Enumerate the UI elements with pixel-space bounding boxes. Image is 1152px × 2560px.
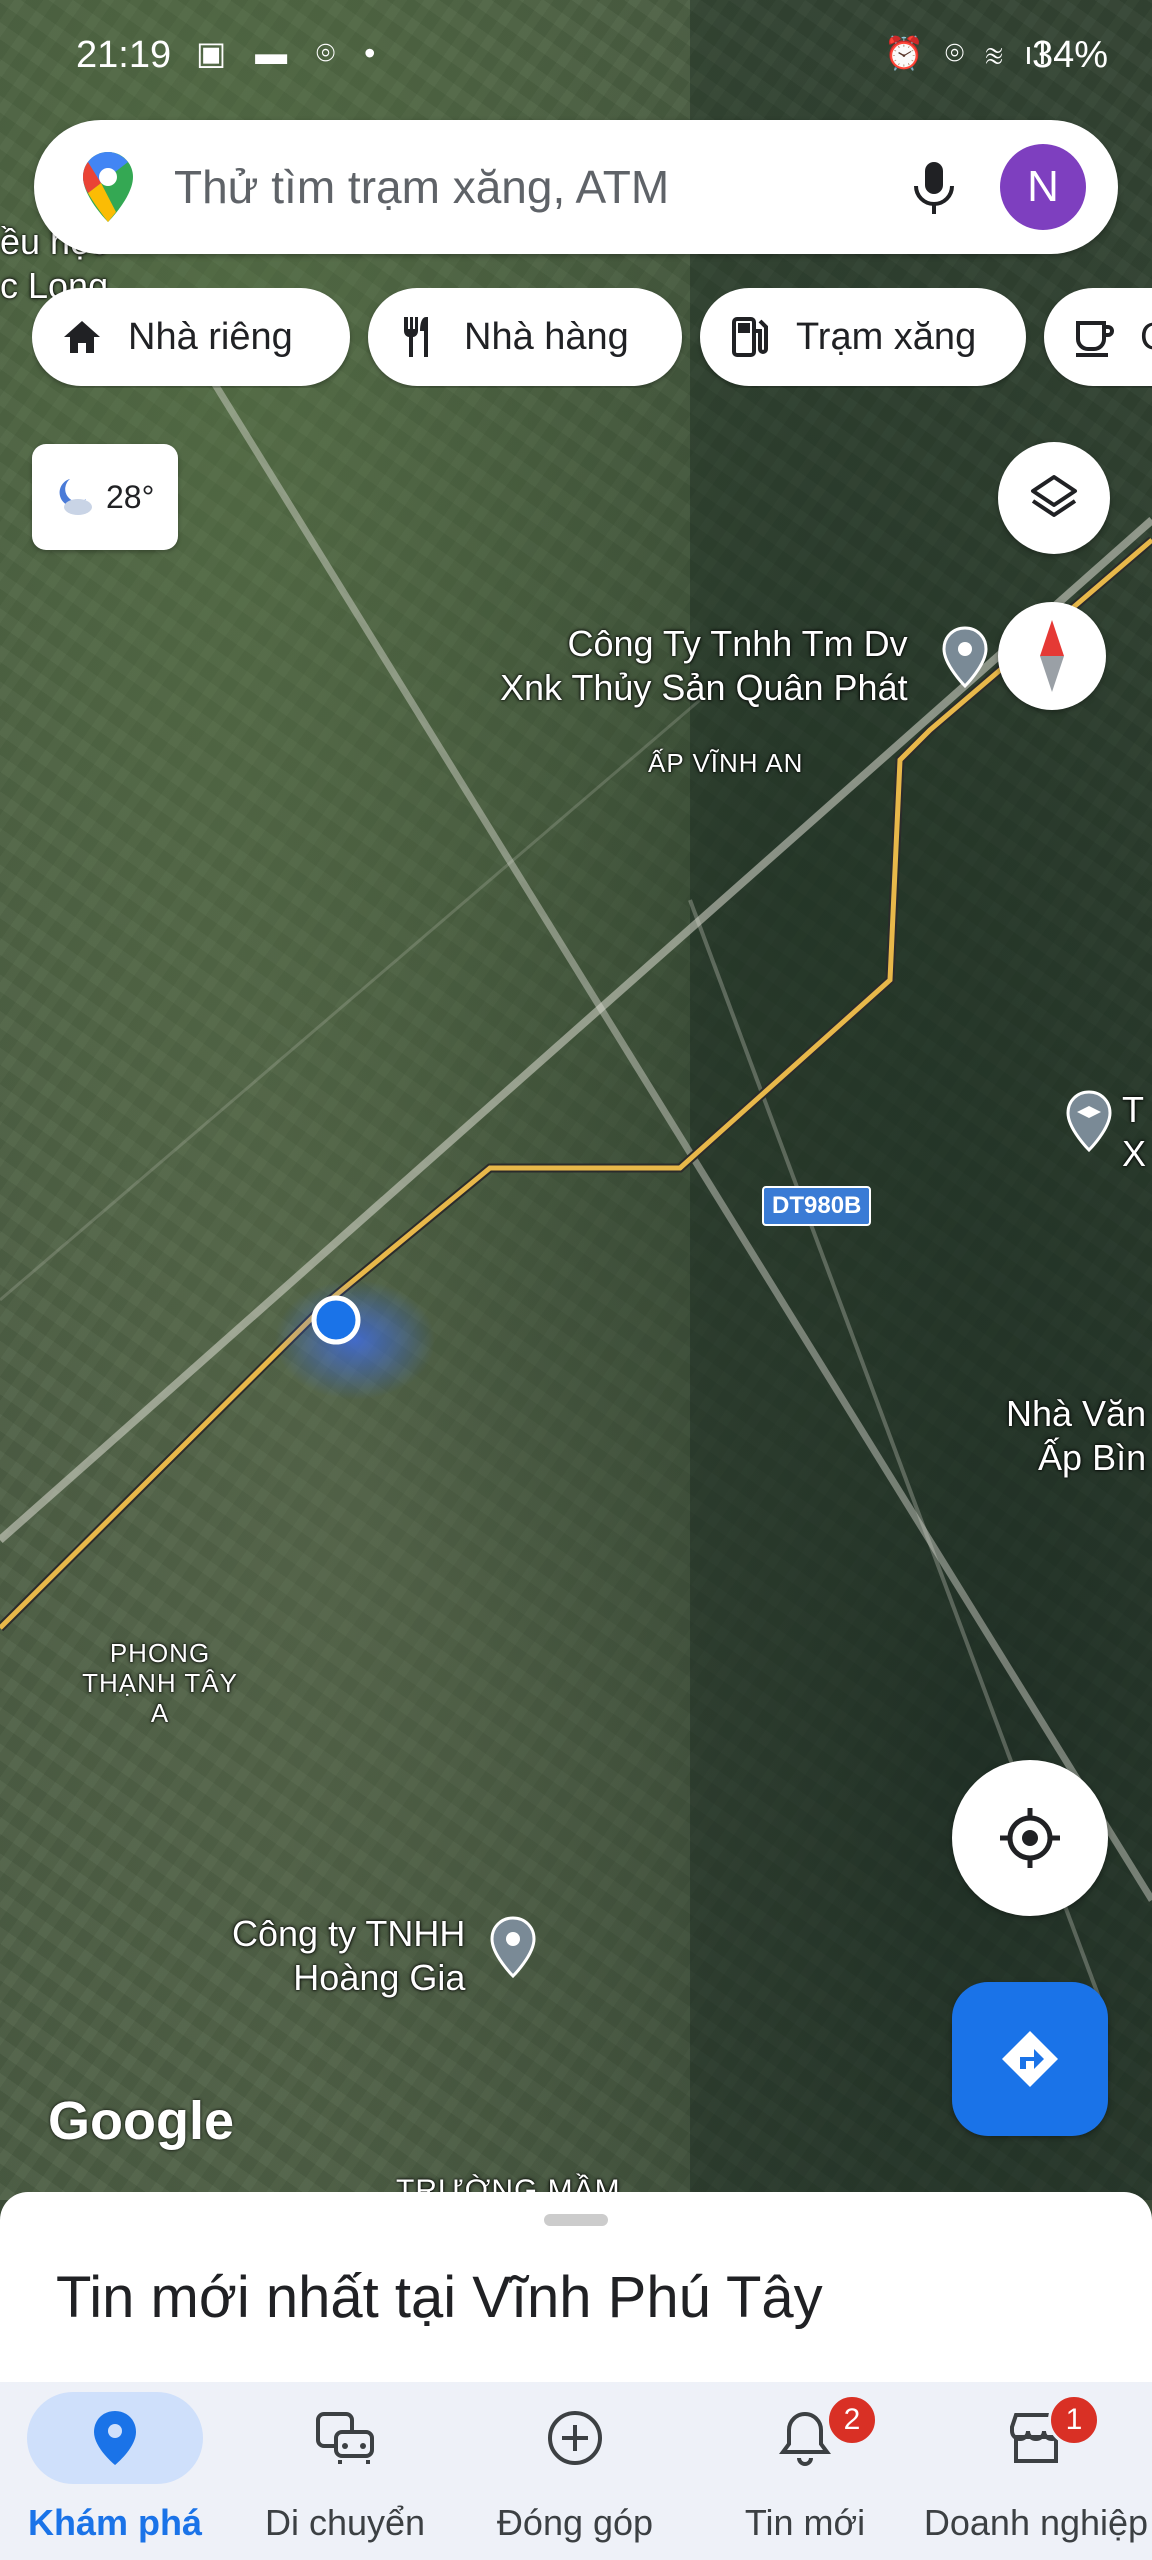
nav-business[interactable]: 1 Doanh nghiệp [920,2382,1152,2560]
search-input[interactable]: Thử tìm trạm xăng, ATM [174,160,669,214]
nav-explore[interactable]: Khám phá [0,2382,230,2560]
status-notification-icons: ▣ ▬ ⌾ • [196,35,386,71]
status-bar: 21:19 ▣ ▬ ⌾ • ⏰ ⌾ ≋ ıl 34% [0,0,1152,110]
sheet-title: Tin mới nhất tại Vĩnh Phú Tây [56,2265,823,2330]
sheet-drag-handle[interactable] [544,2214,608,2226]
place-label-quan-phat[interactable]: Công Ty Tnhh Tm Dv Xnk Thủy Sản Quân Phát [500,622,908,710]
chip-home[interactable]: Nhà riêng [32,288,350,386]
place-label-partial-right[interactable]: TX [1122,1088,1146,1176]
microphone-icon[interactable] [904,156,964,220]
directions-button[interactable] [952,1982,1108,2136]
area-label-vinh-an: ẤP VĨNH AN [648,748,804,778]
school-pin-icon[interactable] [1064,1090,1114,1152]
bottom-navigation: Khám phá Di chuyển Đóng góp 2 Tin mới 1 … [0,2382,1152,2560]
layers-button[interactable] [998,442,1110,554]
nav-label: Doanh nghiệp [923,2502,1149,2543]
bottom-sheet[interactable]: Tin mới nhất tại Vĩnh Phú Tây [0,2192,1152,2382]
category-chips: Nhà riêng Nhà hàng Trạm xăng C [32,288,1152,388]
business-badge: 1 [1048,2394,1100,2446]
home-icon [64,321,100,353]
coffee-icon [1076,321,1114,357]
nav-label: Khám phá [27,2502,203,2543]
map-pin-icon[interactable] [940,626,990,688]
battery-level: 34% [1031,34,1108,76]
compass-icon [1040,620,1064,692]
restaurant-icon [404,317,428,357]
nav-business-icon-wrap [948,2392,1124,2484]
road-badge: DT980B [762,1186,872,1226]
nav-label: Tin mới [744,2502,866,2543]
commute-icon [316,2412,374,2464]
moon-cloud-icon [59,479,92,515]
explore-pin-icon [94,2411,136,2465]
add-circle-icon [548,2411,602,2465]
chip-restaurant[interactable]: Nhà hàng [368,288,682,386]
chip-gas-station[interactable]: Trạm xăng [700,288,1026,386]
search-bar[interactable]: Thử tìm trạm xăng, ATM N [34,120,1118,254]
nav-updates[interactable]: 2 Tin mới [690,2382,920,2560]
status-system-icons: ⏰ ⌾ ≋ ıl [884,35,1052,71]
nav-label: Đóng góp [496,2502,654,2543]
gas-station-icon [732,317,768,357]
account-avatar[interactable]: N [1000,144,1086,230]
nav-contribute-icon-wrap [487,2392,663,2484]
weather-widget[interactable]: 28° [32,444,178,550]
nav-commute[interactable]: Di chuyển [230,2382,460,2560]
crosshair-location-icon [1000,1808,1060,1868]
google-maps-logo-icon [83,152,133,222]
my-location-button[interactable] [952,1760,1108,1916]
google-attribution: Google [48,2091,234,2151]
current-location-dot [311,1295,361,1345]
nav-contribute[interactable]: Đóng góp [460,2382,690,2560]
status-time: 21:19 [76,34,172,76]
nav-explore-icon-wrap [27,2392,203,2484]
compass-button[interactable] [998,602,1106,710]
place-label-nha-van[interactable]: Nhà Văn Ấp Bìn [1006,1392,1146,1480]
nav-commute-icon-wrap [257,2392,433,2484]
updates-badge: 2 [826,2394,878,2446]
place-label-hoang-gia[interactable]: Công ty TNHH Hoàng Gia [232,1912,465,2000]
layers-icon [1031,475,1077,517]
area-label-phong-thanh: PHONG THẠNH TÂY A [82,1638,238,1728]
directions-icon [1002,2031,1058,2087]
weather-temp: 28° [106,478,155,515]
map-pin-icon[interactable] [488,1916,538,1978]
bell-icon [779,2411,831,2466]
chip-coffee[interactable]: C [1044,288,1152,386]
nav-label: Di chuyển [264,2502,426,2543]
